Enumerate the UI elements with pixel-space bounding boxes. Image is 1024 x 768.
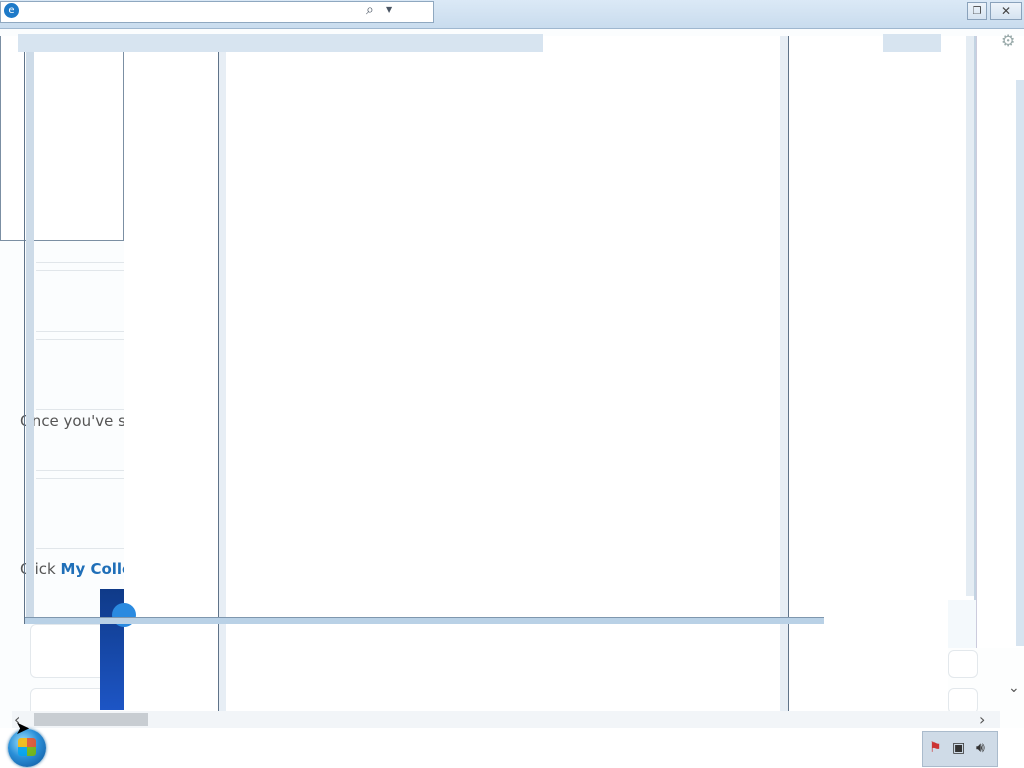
windows-logo-icon (18, 738, 36, 756)
chevron-down-icon[interactable]: ▼ (386, 5, 392, 14)
ie-logo-icon: e (4, 3, 19, 18)
horizontal-scrollbar[interactable] (12, 711, 1000, 728)
network-icon[interactable]: ▣ (952, 740, 965, 756)
volume-icon[interactable]: 🔊︎ (976, 740, 985, 756)
search-icon[interactable]: ⌕ (366, 3, 374, 18)
chevron-down-icon[interactable]: ⌄ (1008, 680, 1020, 696)
scroll-right-button[interactable]: › (979, 710, 985, 729)
mouse-cursor-icon: ➤ (15, 718, 31, 739)
restore-button[interactable]: ❐ (967, 2, 987, 20)
content-card (948, 650, 978, 678)
action-center-flag-icon[interactable]: ⚑ (929, 740, 942, 756)
tab-strip-end (883, 34, 941, 52)
ghost-window-bottom-bar (25, 617, 824, 624)
right-gap (948, 600, 976, 648)
right-frame-shade (966, 36, 974, 596)
window-border-shade (26, 36, 34, 621)
taskbar (0, 728, 1024, 768)
close-button[interactable]: ✕ (990, 2, 1022, 20)
right-pane-shade (1016, 80, 1024, 646)
scrollbar-thumb[interactable] (34, 713, 148, 726)
gear-icon[interactable]: ⚙ (1001, 31, 1015, 50)
tab-strip (18, 34, 543, 52)
